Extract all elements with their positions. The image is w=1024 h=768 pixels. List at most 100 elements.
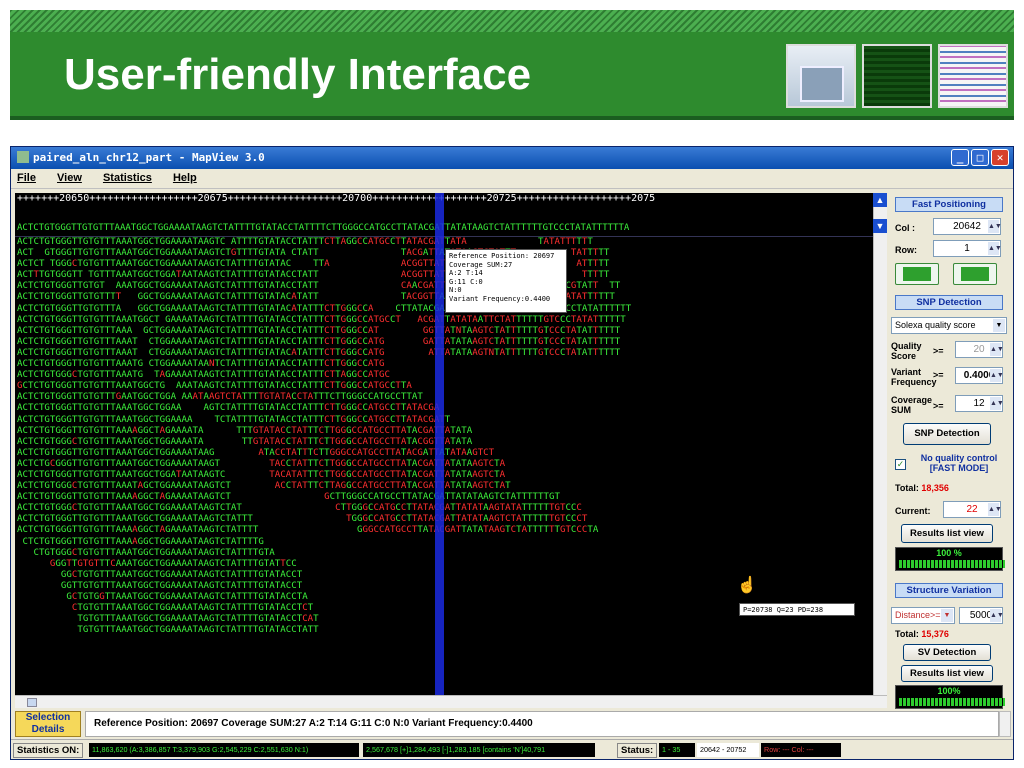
- position-ruler: +++++++20650++++++++++++++++++20675+++++…: [17, 193, 656, 204]
- position-cursor[interactable]: [435, 193, 444, 695]
- spinner-arrows-icon[interactable]: ▲▼: [988, 503, 1002, 516]
- read-row[interactable]: ACTCTGTGGGTTGTGTTTAAATGGCTGGAAAATAAGTC A…: [17, 237, 873, 248]
- read-row[interactable]: ACTCTGTGGGCTGTGTTTAAATGGCTGGAAAATAAGTCTA…: [17, 503, 873, 514]
- popup-line: Reference Position: 20697: [449, 252, 555, 260]
- status-label: Status:: [617, 743, 658, 758]
- current-spinner[interactable]: 22 ▲▼: [943, 501, 1002, 518]
- alignment-thumbnail: [862, 44, 932, 108]
- spinner-arrows-icon[interactable]: ▲▼: [990, 609, 1004, 622]
- popup-line: N:0: [449, 286, 462, 295]
- read-row[interactable]: ACTCTGTGGGTTGTGTTTAAAT CTGGAAAATAAGTCTAT…: [17, 337, 873, 348]
- sv-total-label: Total: 15,376: [895, 629, 949, 639]
- vertical-scrollbar[interactable]: [873, 193, 887, 695]
- read-row[interactable]: ACTCTGTGGGTTGTGTTTAAAAGGCTAGAAAATAAGTCT …: [17, 492, 873, 503]
- read-row[interactable]: ACTCTGTGGGTTGTGTTTAAATGGCTGGAAAATAAG ATA…: [17, 448, 873, 459]
- read-row[interactable]: ACTCTGTGGGTTGTGTTTAAATGGCT GAAAATAAGTCTA…: [17, 315, 873, 326]
- read-row[interactable]: ACTCTGTGGGTTGTGTTTAAATGGCTGGAA AGTCTATTT…: [17, 403, 873, 414]
- minimize-button[interactable]: _: [951, 149, 969, 166]
- chevron-down-icon[interactable]: ▼: [941, 609, 953, 622]
- window-title: paired_aln_chr12_part - MapView 3.0: [33, 151, 265, 164]
- snp-detection-button[interactable]: SNP Detection: [903, 423, 991, 445]
- snp-total-text: Total:: [895, 483, 919, 493]
- chevron-down-icon[interactable]: ▼: [993, 319, 1005, 332]
- read-row[interactable]: CTGTGGGCTGTGTTTAAATGGCTGGAAAATAAGTCTATTT…: [17, 548, 873, 559]
- quality-score-spinner[interactable]: 20 ▲▼: [955, 341, 1004, 358]
- no-quality-control-checkbox[interactable]: ✓: [895, 459, 906, 470]
- read-row[interactable]: ACTCTGTGGGCTGTGTTTAAATG TAGAAAATAAGTCTAT…: [17, 370, 873, 381]
- spinner-arrows-icon[interactable]: ▲▼: [988, 242, 1002, 255]
- row-label: Row:: [895, 245, 917, 255]
- read-row[interactable]: ACTCTGCGGGTTGTGTTTAAATGGCTGGAAAATAAGT TA…: [17, 459, 873, 470]
- selection-details-text: Reference Position: 20697 Coverage SUM:2…: [85, 711, 999, 737]
- read-row[interactable]: CTCTGTGGGTTGTGTTTAAAAGGCTGGAAAATAAGTCTAT…: [17, 537, 873, 548]
- fast-positioning-header: Fast Positioning: [895, 197, 1003, 212]
- close-button[interactable]: ✕: [991, 149, 1009, 166]
- read-row[interactable]: ACTCTGTGGGTTGTGTTTAAATGGCTGGATAATAAGTC T…: [17, 470, 873, 481]
- coverage-sum-label: Coverage SUM: [891, 395, 933, 415]
- sv-detection-button[interactable]: SV Detection: [903, 644, 991, 661]
- read-row[interactable]: ACTCTGTGGGTTGTGTTTAAATGGCTGGAAAATAAGTCTA…: [17, 514, 873, 525]
- statistics-label: Statistics ON:: [13, 743, 84, 758]
- snp-results-button[interactable]: Results list view: [901, 524, 993, 543]
- slide-banner: User-friendly Interface: [10, 32, 1014, 120]
- distance-spinner[interactable]: 5000 ▲▼: [959, 607, 1004, 624]
- read-row[interactable]: ACTCTGTGGGTTGTGTTTAAAAGGCTAGAAAATA TTTGT…: [17, 426, 873, 437]
- distance-select[interactable]: Distance>= ▼: [891, 607, 955, 624]
- quality-mode-select[interactable]: Solexa quality score ▼: [891, 317, 1007, 334]
- spinner-arrows-icon[interactable]: ▲▼: [990, 369, 1004, 382]
- quality-op: >=: [933, 346, 944, 356]
- app-window: paired_aln_chr12_part - MapView 3.0 _ □ …: [10, 146, 1014, 760]
- scroll-up-icon[interactable]: ▲: [873, 193, 887, 207]
- maximize-button[interactable]: □: [971, 149, 989, 166]
- read-row[interactable]: GCTCTGTGGGTTGTGTTTAAATGGCTG AAATAAGTCTAT…: [17, 381, 873, 392]
- arrow-left-button[interactable]: [895, 263, 939, 285]
- spinner-arrows-icon[interactable]: ▲▼: [988, 220, 1002, 233]
- variant-frequency-spinner[interactable]: 0.4000 ▲▼: [955, 367, 1004, 384]
- hand-pointer-icon: ☝: [737, 577, 757, 594]
- current-label: Current:: [895, 506, 931, 516]
- menu-file[interactable]: File: [17, 172, 36, 184]
- read-row[interactable]: ACTCTGTGGGTTGTGTTTAAAAGGCTAGAAAATAAGTCTA…: [17, 525, 873, 536]
- col-spinner[interactable]: 20642 ▲▼: [933, 218, 1002, 235]
- col-label: Col :: [895, 223, 915, 233]
- scroll-thumb[interactable]: [27, 698, 37, 707]
- snp-progress-text: 100 %: [936, 548, 962, 558]
- row-range: 1 - 35: [659, 743, 695, 757]
- coverage-sum-spinner[interactable]: 12 ▲▼: [955, 395, 1004, 412]
- sv-results-button[interactable]: Results list view: [901, 665, 993, 682]
- read-statistics: 2,567,678 [+]1,284,493 [-]1,283,185 [con…: [363, 743, 595, 757]
- selection-scrollbar[interactable]: [999, 711, 1011, 737]
- menu-help[interactable]: Help: [173, 172, 197, 184]
- menu-statistics[interactable]: Statistics: [103, 172, 152, 184]
- read-row[interactable]: TGTGTTTAAATGGCTGGAAAATAAGTCTATTTTGTATACC…: [17, 625, 873, 636]
- menu-view[interactable]: View: [57, 172, 82, 184]
- variant-op: >=: [933, 370, 944, 380]
- read-row[interactable]: ACTCTGTGGGTTGTGTTTAAA GCTGGAAAATAAGTCTAT…: [17, 326, 873, 337]
- arrow-right-button[interactable]: [953, 263, 997, 285]
- variant-frequency-label: Variant Frequency: [891, 367, 937, 387]
- sv-progress-text: 100%: [937, 686, 961, 696]
- arrow-right-icon: [961, 267, 989, 281]
- row-value: 1: [964, 243, 970, 254]
- read-row[interactable]: ACTCTGTGGGCTGTGTTTAAATAGCTGGAAAATAAGTCT …: [17, 481, 873, 492]
- read-row[interactable]: ACTCTGTGGGCTGTGTTTAAATGGCTGGAAAATA TTGTA…: [17, 437, 873, 448]
- read-row[interactable]: ACTCTGTGGGTTGTGTTTGAATGGCTGGA AAATAAGTCT…: [17, 392, 873, 403]
- horizontal-scrollbar[interactable]: [15, 695, 887, 708]
- popup-line: G:11 C:0: [449, 277, 483, 286]
- read-row[interactable]: GGGTTGTGTTTCAAATGGCTGGAAAATAAGTCTATTTTGT…: [17, 559, 873, 570]
- alignment-view[interactable]: +++++++20650++++++++++++++++++20675+++++…: [15, 193, 873, 695]
- read-row[interactable]: ACTCTGTGGGTTGTGTTTAAATG CTGGAAAATAANTCTA…: [17, 359, 873, 370]
- row-spinner[interactable]: 1 ▲▼: [933, 240, 1002, 257]
- spinner-arrows-icon[interactable]: ▲▼: [990, 397, 1004, 410]
- position-popup: Reference Position: 20697 Coverage SUM:2…: [445, 249, 567, 313]
- scroll-down-icon[interactable]: ▼: [873, 219, 887, 233]
- read-row[interactable]: ACTCTGTGGGTTGTGTTTAAATGGCTGGAAAA TCTATTT…: [17, 415, 873, 426]
- no-quality-control-label: No quality control [FAST MODE]: [920, 453, 998, 473]
- status-bar: Statistics ON: 11,863,620 (A:3,386,857 T…: [11, 739, 1013, 759]
- arrow-left-icon: [903, 267, 931, 281]
- reference-sequence: ACTCTGTGGGTTGTGTTTAAATGGCTGGAAAATAAGTCTA…: [15, 207, 873, 237]
- column-range: 20642 - 20752: [697, 743, 759, 757]
- read-row[interactable]: ACTCTGTGGGTTGTGTTTAAAT CTGGAAAATAAGTCTAT…: [17, 348, 873, 359]
- snp-progress-bar: [899, 560, 1005, 568]
- spinner-arrows-icon[interactable]: ▲▼: [990, 343, 1004, 356]
